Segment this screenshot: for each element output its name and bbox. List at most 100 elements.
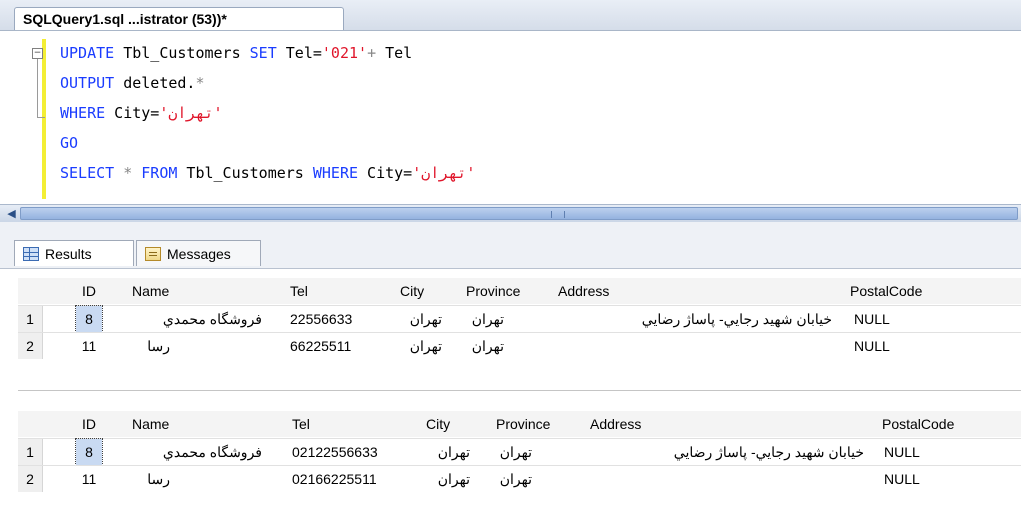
row-number[interactable]: 2 [18, 466, 43, 492]
cell-province[interactable]: تهران [482, 439, 532, 465]
column-header-province[interactable]: Province [466, 278, 520, 304]
string-literal: 'تهران' [159, 104, 223, 122]
keyword: WHERE [60, 104, 106, 122]
cell-province[interactable]: تهران [454, 333, 504, 359]
scroll-left-arrow-icon[interactable]: ◀ [4, 206, 19, 221]
column-header-tel[interactable]: Tel [292, 411, 310, 437]
column-header-id[interactable]: ID [82, 278, 96, 304]
operator: * [195, 74, 205, 92]
string-literal: 'تهران' [412, 164, 476, 182]
grid-icon [23, 247, 39, 261]
cell-province[interactable]: تهران [482, 466, 532, 492]
cell-postalcode[interactable]: NULL [884, 439, 920, 465]
identifier: City= [358, 164, 413, 182]
column-header-postalcode[interactable]: PostalCode [850, 278, 922, 304]
tab-results-label: Results [45, 246, 92, 262]
cell-address[interactable] [546, 333, 832, 359]
results-pane: Results Messages ID Name Tel City Provin… [0, 222, 1021, 505]
keyword: UPDATE [60, 44, 115, 62]
outline-end [37, 117, 45, 118]
column-header-address[interactable]: Address [590, 411, 641, 437]
cell-address[interactable] [574, 466, 864, 492]
cell-city[interactable]: تهران [392, 306, 442, 332]
cell-postalcode[interactable]: NULL [854, 333, 890, 359]
operator: * [114, 164, 142, 182]
cell-name[interactable]: فروشگاه محمدي [130, 306, 262, 332]
column-header-postalcode[interactable]: PostalCode [882, 411, 954, 437]
change-tracking-bar [42, 39, 46, 199]
table-row[interactable]: 1 8 فروشگاه محمدي 22556633 تهران تهران خ… [18, 305, 1021, 333]
tab-results[interactable]: Results [14, 240, 134, 266]
keyword: OUTPUT [60, 74, 115, 92]
cell-city[interactable]: تهران [420, 439, 470, 465]
document-tab-strip: SQLQuery1.sql ...istrator (53))* [0, 0, 1021, 31]
code-line-5[interactable]: SELECT * FROM Tbl_Customers WHERE City='… [60, 158, 475, 188]
row-number[interactable]: 2 [18, 333, 43, 359]
cell-tel[interactable]: 02166225511 [292, 466, 377, 492]
keyword: SET [249, 44, 277, 62]
code-line-4[interactable]: GO [60, 128, 78, 158]
cell-tel[interactable]: 66225511 [290, 333, 351, 359]
tab-messages[interactable]: Messages [136, 240, 261, 266]
keyword: SELECT [60, 164, 115, 182]
query-document-tab[interactable]: SQLQuery1.sql ...istrator (53))* [14, 7, 344, 30]
column-header-city[interactable]: City [426, 411, 450, 437]
results-tab-strip: Results Messages [0, 222, 1021, 269]
messages-icon [145, 247, 161, 261]
cell-name[interactable]: رسا [130, 466, 170, 492]
cell-id[interactable]: 11 [76, 333, 102, 359]
tab-messages-label: Messages [167, 246, 231, 262]
cell-name[interactable]: فروشگاه محمدي [130, 439, 262, 465]
grid-header: ID Name Tel City Province Address Postal… [18, 411, 1021, 437]
cell-postalcode[interactable]: NULL [854, 306, 890, 332]
keyword: FROM [141, 164, 178, 182]
table-row[interactable]: 2 11 رسا 66225511 تهران تهران NULL [18, 332, 1021, 359]
column-header-name[interactable]: Name [132, 411, 169, 437]
cell-name[interactable]: رسا [130, 333, 170, 359]
cell-province[interactable]: تهران [454, 306, 504, 332]
table-row[interactable]: 1 8 فروشگاه محمدي 02122556633 تهران تهرا… [18, 438, 1021, 466]
collapse-icon[interactable]: − [32, 48, 43, 59]
identifier: Tel= [276, 44, 322, 62]
column-header-province[interactable]: Province [496, 411, 550, 437]
grid-header: ID Name Tel City Province Address Postal… [18, 278, 1021, 304]
code-line-2[interactable]: OUTPUT deleted.* [60, 68, 205, 98]
row-number[interactable]: 1 [18, 306, 43, 332]
scrollbar-grip [551, 211, 565, 218]
cell-address[interactable]: خيابان شهيد رجايي- پاساژ رضايي [574, 439, 864, 465]
identifier: City= [105, 104, 160, 122]
keyword: WHERE [312, 164, 359, 182]
cell-address[interactable]: خيابان شهيد رجايي- پاساژ رضايي [546, 306, 832, 332]
column-header-name[interactable]: Name [132, 278, 169, 304]
cell-city[interactable]: تهران [420, 466, 470, 492]
identifier: deleted. [114, 74, 196, 92]
column-header-address[interactable]: Address [558, 278, 609, 304]
horizontal-scrollbar[interactable]: ◀ [0, 204, 1021, 224]
column-header-tel[interactable]: Tel [290, 278, 308, 304]
identifier: Tbl_Customers [177, 164, 313, 182]
grid-separator [18, 390, 1021, 391]
code-line-3[interactable]: WHERE City='تهران' [60, 98, 223, 128]
scrollbar-thumb[interactable] [20, 207, 1018, 220]
code-line-1[interactable]: UPDATE Tbl_Customers SET Tel='021'+ Tel [60, 38, 412, 68]
cell-id[interactable]: 8 [75, 438, 103, 466]
operator: + [367, 44, 377, 62]
cell-tel[interactable]: 02122556633 [292, 439, 378, 465]
cell-tel[interactable]: 22556633 [290, 306, 352, 332]
column-header-city[interactable]: City [400, 278, 424, 304]
column-header-id[interactable]: ID [82, 411, 96, 437]
outline-line [37, 59, 38, 117]
sql-editor[interactable]: − UPDATE Tbl_Customers SET Tel='021'+ Te… [0, 31, 1021, 203]
string-literal: '021' [321, 44, 368, 62]
cell-city[interactable]: تهران [392, 333, 442, 359]
corner-cell [18, 278, 42, 304]
cell-id[interactable]: 8 [75, 305, 103, 333]
identifier: Tel [376, 44, 413, 62]
keyword: GO [60, 134, 79, 152]
identifier: Tbl_Customers [114, 44, 250, 62]
table-row[interactable]: 2 11 رسا 02166225511 تهران تهران NULL [18, 465, 1021, 492]
corner-cell [18, 411, 42, 437]
cell-postalcode[interactable]: NULL [884, 466, 920, 492]
row-number[interactable]: 1 [18, 439, 43, 465]
cell-id[interactable]: 11 [76, 466, 102, 492]
